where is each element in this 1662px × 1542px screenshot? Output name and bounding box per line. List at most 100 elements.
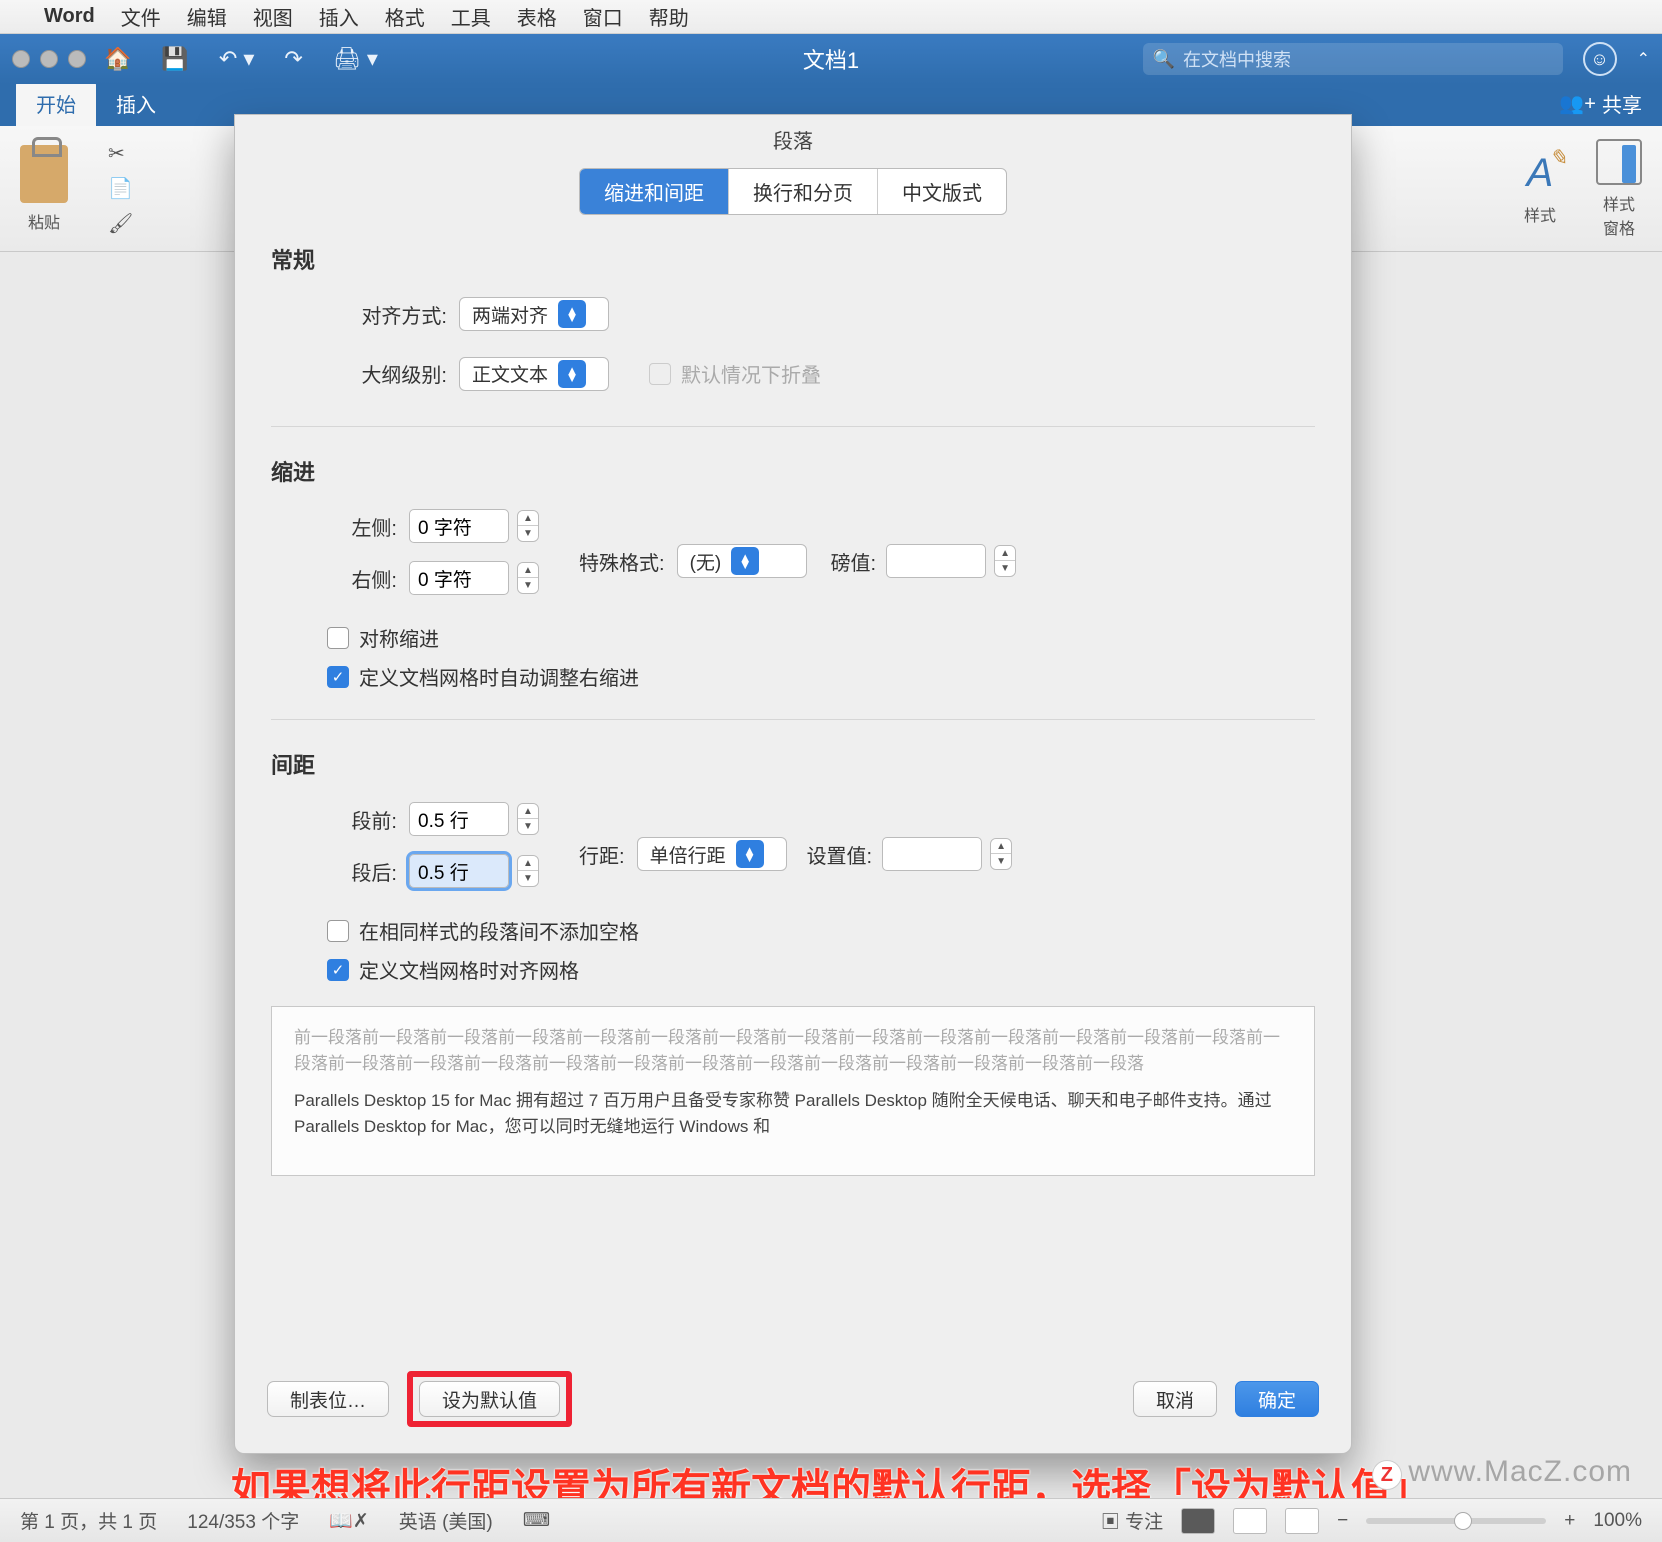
home-icon[interactable]: 🏠: [104, 46, 131, 72]
checkbox-icon: [327, 920, 349, 942]
tab-insert[interactable]: 插入: [96, 81, 176, 126]
view-print-icon[interactable]: [1181, 1508, 1215, 1534]
styles-pane-group[interactable]: 样式 窗格: [1596, 139, 1642, 239]
outline-select[interactable]: 正文文本: [459, 357, 609, 391]
indent-right-field[interactable]: ▲▼: [409, 561, 539, 595]
stepper-icon[interactable]: ▲▼: [517, 562, 539, 594]
zoom-out-icon[interactable]: −: [1337, 1510, 1348, 1532]
alignment-label: 对齐方式:: [307, 300, 447, 329]
share-icon: 👥+: [1559, 91, 1596, 116]
tab-asian[interactable]: 中文版式: [878, 169, 1006, 214]
mac-menubar: Word 文件 编辑 视图 插入 格式 工具 表格 窗口 帮助: [0, 0, 1662, 34]
before-field[interactable]: ▲▼: [409, 802, 539, 836]
dialog-tabs: 缩进和间距 换行和分页 中文版式: [579, 168, 1007, 215]
view-web-icon[interactable]: [1233, 1508, 1267, 1534]
stepper-icon[interactable]: ▲▼: [517, 855, 539, 887]
after-field[interactable]: ▲▼: [409, 854, 539, 888]
menu-help[interactable]: 帮助: [649, 2, 689, 31]
checkbox-checked-icon: ✓: [327, 666, 349, 688]
paragraph-dialog: 段落 缩进和间距 换行和分页 中文版式 常规 对齐方式: 两端对齐 大纲级别: …: [234, 114, 1352, 1454]
menubar-app[interactable]: Word: [44, 5, 95, 28]
zoom-in-icon[interactable]: +: [1564, 1510, 1575, 1532]
checkbox-icon: [649, 363, 671, 385]
print-icon[interactable]: 🖨 ▾: [333, 46, 378, 72]
outline-label: 大纲级别:: [307, 359, 447, 388]
word-titlebar: 🏠 💾 ↶ ▾ ↷ 🖨 ▾ 文档1 🔍 在文档中搜索 ☺ ⌃: [0, 34, 1662, 84]
pane-icon: [1596, 139, 1642, 185]
stepper-icon[interactable]: ▲▼: [517, 803, 539, 835]
save-icon[interactable]: 💾: [161, 46, 188, 72]
by-field[interactable]: ▲▼: [886, 544, 1016, 578]
cut-icon[interactable]: ✂: [108, 141, 133, 166]
at-label: 设置值:: [807, 840, 873, 869]
linespacing-label: 行距:: [579, 840, 625, 869]
styles-group[interactable]: A✎ 样式: [1524, 151, 1556, 226]
highlight-box: 设为默认值: [407, 1371, 572, 1427]
snapgrid-checkbox[interactable]: ✓定义文档网格时对齐网格: [327, 955, 1315, 984]
preview-dark-text: Parallels Desktop 15 for Mac 拥有超过 7 百万用户…: [294, 1088, 1292, 1139]
preview-box: 前一段落前一段落前一段落前一段落前一段落前一段落前一段落前一段落前一段落前一段落…: [271, 1006, 1315, 1176]
linespacing-select[interactable]: 单倍行距: [637, 837, 787, 871]
search-icon: 🔍: [1153, 49, 1175, 70]
stepper-icon[interactable]: ▲▼: [990, 838, 1012, 870]
stepper-icon[interactable]: ▲▼: [517, 510, 539, 542]
status-words[interactable]: 124/353 个字: [187, 1507, 299, 1534]
status-proofing-icon[interactable]: 📖✗: [329, 1509, 369, 1533]
watermark: Zwww.MacZ.com: [1372, 1455, 1632, 1490]
chevron-updown-icon: [731, 547, 759, 575]
mirror-indent-checkbox[interactable]: 对称缩进: [327, 623, 1315, 652]
stepper-icon[interactable]: ▲▼: [994, 545, 1016, 577]
nospace-checkbox[interactable]: 在相同样式的段落间不添加空格: [327, 916, 1315, 945]
paste-group[interactable]: 粘贴: [20, 145, 68, 233]
section-general: 常规: [271, 243, 1315, 275]
menu-file[interactable]: 文件: [121, 2, 161, 31]
share-button[interactable]: 👥+共享: [1559, 89, 1642, 126]
indent-left-label: 左侧:: [307, 512, 397, 541]
search-box[interactable]: 🔍 在文档中搜索: [1143, 43, 1563, 75]
window-controls[interactable]: [12, 50, 86, 68]
menu-tools[interactable]: 工具: [451, 2, 491, 31]
menu-view[interactable]: 视图: [253, 2, 293, 31]
menu-insert[interactable]: 插入: [319, 2, 359, 31]
ok-button[interactable]: 确定: [1235, 1381, 1319, 1417]
tab-line-page[interactable]: 换行和分页: [729, 169, 878, 214]
format-painter-icon[interactable]: 🖌: [108, 211, 133, 236]
zoom-slider[interactable]: [1366, 1518, 1546, 1524]
focus-mode-button[interactable]: ▣ 专注: [1101, 1507, 1163, 1534]
status-insert-icon[interactable]: ⌨: [523, 1509, 550, 1532]
redo-icon[interactable]: ↷: [284, 46, 302, 72]
document-title: 文档1: [803, 43, 859, 75]
styles-icon: A✎: [1527, 151, 1554, 196]
checkbox-icon: [327, 627, 349, 649]
status-language[interactable]: 英语 (美国): [399, 1507, 493, 1534]
undo-icon[interactable]: ↶ ▾: [219, 46, 255, 72]
after-label: 段后:: [307, 857, 397, 886]
styles-label: 样式: [1524, 202, 1556, 226]
set-default-button[interactable]: 设为默认值: [419, 1381, 560, 1417]
menu-table[interactable]: 表格: [517, 2, 557, 31]
tabs-button[interactable]: 制表位…: [267, 1381, 389, 1417]
titlebar-caret-icon[interactable]: ⌃: [1637, 49, 1650, 69]
tab-home[interactable]: 开始: [16, 81, 96, 126]
status-page[interactable]: 第 1 页，共 1 页: [20, 1507, 157, 1534]
chevron-updown-icon: [558, 360, 586, 388]
alignment-select[interactable]: 两端对齐: [459, 297, 609, 331]
by-label: 磅值:: [831, 547, 877, 576]
menu-format[interactable]: 格式: [385, 2, 425, 31]
section-spacing: 间距: [271, 748, 1315, 780]
menu-window[interactable]: 窗口: [583, 2, 623, 31]
user-icon[interactable]: ☺: [1583, 42, 1617, 76]
dialog-footer: 制表位… 设为默认值 取消 确定: [235, 1349, 1351, 1453]
copy-icon[interactable]: 📄: [108, 176, 133, 201]
view-outline-icon[interactable]: [1285, 1508, 1319, 1534]
menu-edit[interactable]: 编辑: [187, 2, 227, 31]
indent-left-field[interactable]: ▲▼: [409, 509, 539, 543]
at-field[interactable]: ▲▼: [882, 837, 1012, 871]
special-select[interactable]: (无): [677, 544, 807, 578]
paste-label: 粘贴: [28, 209, 60, 233]
zoom-value[interactable]: 100%: [1593, 1510, 1642, 1532]
autogrid-checkbox[interactable]: ✓定义文档网格时自动调整右缩进: [327, 662, 1315, 691]
cancel-button[interactable]: 取消: [1133, 1381, 1217, 1417]
dialog-title: 段落: [235, 115, 1351, 168]
tab-indent-spacing[interactable]: 缩进和间距: [580, 169, 729, 214]
